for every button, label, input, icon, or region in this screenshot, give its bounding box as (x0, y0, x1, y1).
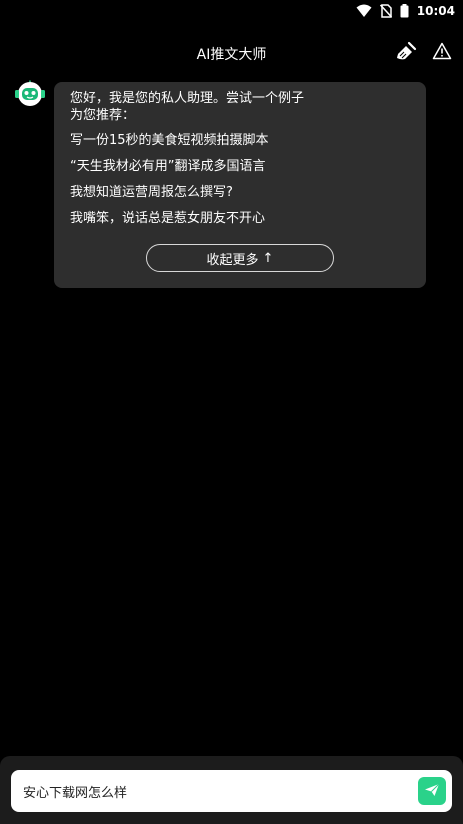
send-button[interactable] (418, 777, 446, 805)
send-icon (424, 782, 440, 801)
suggestion-item[interactable]: 写一份15秒的美食短视频拍摄脚本 (70, 132, 410, 149)
clear-chat-button[interactable] (393, 40, 419, 66)
suggestion-list: 写一份15秒的美食短视频拍摄脚本 “天生我材必有用”翻译成多国语言 我想知道运营… (70, 132, 410, 227)
avatar (14, 80, 46, 108)
robot-icon (14, 80, 46, 112)
warning-icon (432, 42, 452, 64)
message-input[interactable] (23, 783, 418, 799)
input-box (11, 770, 452, 812)
header-actions (393, 40, 455, 66)
suggestion-item[interactable]: 我嘴笨，说话总是惹女朋友不开心 (70, 210, 410, 227)
wifi-icon (356, 4, 372, 18)
page-title: AI推文大师 (196, 47, 267, 63)
collapse-label: 收起更多 (206, 252, 259, 268)
no-sim-icon (379, 4, 392, 18)
report-button[interactable] (429, 40, 455, 66)
broom-icon (395, 41, 417, 65)
input-bar (0, 756, 463, 824)
greeting-text: 您好，我是您的私人助理。尝试一个例子为您推荐： (70, 91, 305, 123)
status-time: 10:04 (416, 4, 455, 18)
arrow-up-icon: ↑ (262, 250, 274, 266)
suggestion-item[interactable]: 我想知道运营周报怎么撰写? (70, 184, 410, 201)
suggestion-item[interactable]: “天生我材必有用”翻译成多国语言 (70, 158, 410, 175)
status-bar: 10:04 (0, 0, 463, 22)
battery-icon (400, 4, 409, 18)
app-header: AI推文大师 (0, 32, 463, 76)
bot-message-bubble: 您好，我是您的私人助理。尝试一个例子为您推荐： 写一份15秒的美食短视频拍摄脚本… (54, 82, 426, 288)
collapse-more-button[interactable]: 收起更多 ↑ (146, 244, 334, 272)
